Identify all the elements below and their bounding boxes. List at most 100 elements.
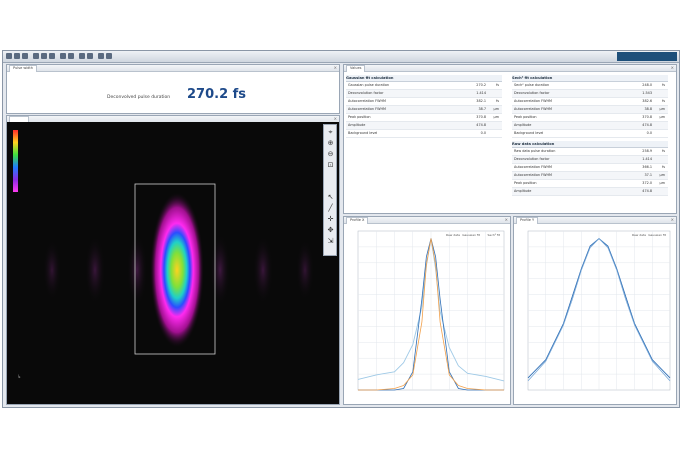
result-value: 372.0: [642, 181, 652, 185]
result-row: Amplitude 474.8: [512, 122, 668, 130]
result-name: Peak position: [514, 115, 537, 119]
result-row: Gaussian pulse duration 270.2 fs: [346, 82, 502, 90]
sech-results: Sech² fit calculation Sech² pulse durati…: [512, 75, 668, 196]
result-unit: µm: [659, 173, 665, 177]
result-name: Autocorrelation FWHM: [348, 107, 386, 111]
result-name: Amplitude: [348, 123, 366, 127]
result-row: Deconvolution factor 1.414: [346, 90, 502, 98]
fringe: [85, 236, 105, 304]
settings-icon[interactable]: [60, 53, 66, 59]
section-title: Raw data calculation: [512, 141, 668, 148]
result-row: Autocorrelation FWHM 38.8 µm: [512, 106, 668, 114]
help-icon[interactable]: [106, 53, 112, 59]
result-name: Sech² pulse duration: [514, 83, 550, 87]
result-unit: fs: [496, 83, 499, 87]
image-tool-strip: ⌖ ⊕ ⊖ ⊡ ↖ ╱ ✛ ✥ ⇲: [323, 124, 337, 256]
result-row: Deconvolution factor 1.543: [512, 90, 668, 98]
result-name: Background level: [348, 131, 378, 135]
result-name: Autocorrelation FWHM: [514, 173, 552, 177]
result-name: Gaussian pulse duration: [348, 83, 390, 87]
result-unit: fs: [496, 99, 499, 103]
camera-icon[interactable]: [33, 53, 39, 59]
result-name: Autocorrelation FWHM: [514, 99, 552, 103]
move-icon[interactable]: ✥: [326, 226, 335, 235]
expand-icon[interactable]: ⇲: [326, 237, 335, 246]
section-title: Sech² fit calculation: [512, 75, 668, 82]
cursor-icon[interactable]: ⌖: [326, 128, 335, 137]
result-row: Background level 0.0: [346, 130, 502, 138]
print-icon[interactable]: [22, 53, 28, 59]
result-row: Amplitude 474.8: [512, 188, 668, 196]
beam-image-panel: × ⌖ ⊕ ⊖ ⊡ ↖ ╱ ✛ ✥ ⇲ ↳: [6, 115, 340, 405]
result-row: Autocorrelation FWHM 382.1 fs: [346, 98, 502, 106]
profile-y-chart[interactable]: Raw data Gaussian fit: [514, 223, 676, 404]
line-tool-icon[interactable]: ╱: [326, 204, 335, 213]
result-unit: fs: [662, 149, 665, 153]
result-value: 0.0: [480, 131, 486, 135]
result-value: 38.7: [478, 107, 486, 111]
result-row: Deconvolution factor 1.414: [512, 156, 668, 164]
result-value: 382.6: [642, 99, 652, 103]
zoom-in-icon[interactable]: ⊕: [326, 139, 335, 148]
profile-x-chart-panel: Profile X × Raw data Gaussian fit Sech² fi…: [343, 216, 511, 405]
result-unit: fs: [662, 99, 665, 103]
layout-icon[interactable]: [79, 53, 85, 59]
result-value: 1.414: [642, 157, 652, 161]
duration-label: Deconvolved pulse duration: [107, 95, 171, 100]
stop-icon[interactable]: [49, 53, 55, 59]
result-name: Autocorrelation FWHM: [348, 99, 386, 103]
result-row: Autocorrelation FWHM 37.1 µm: [512, 172, 668, 180]
zoom-fit-icon[interactable]: ⊡: [326, 161, 335, 170]
result-value: 0.0: [646, 131, 652, 135]
close-icon[interactable]: ×: [671, 65, 674, 71]
color-scale-bar: [13, 130, 18, 192]
result-name: Raw data pulse duration: [514, 149, 556, 153]
tab-values[interactable]: Values: [346, 65, 366, 72]
legend-entry: Sech² fit: [487, 233, 500, 237]
result-name: Deconvolution factor: [348, 91, 384, 95]
results-panel: Values × Gaussian fit calculation Gaussi…: [343, 64, 677, 214]
tab-pulse-width[interactable]: Pulse width: [9, 65, 37, 72]
result-value: 258.9: [642, 149, 652, 153]
result-value: 382.1: [476, 99, 486, 103]
result-value: 38.8: [644, 107, 652, 111]
beam-spot: [150, 192, 204, 348]
result-unit: µm: [659, 115, 665, 119]
fringe: [253, 236, 273, 304]
result-row: Autocorrelation FWHM 366.1 fs: [512, 164, 668, 172]
result-name: Deconvolution factor: [514, 91, 550, 95]
close-icon[interactable]: ×: [334, 65, 337, 71]
zoom-out-icon[interactable]: ⊖: [326, 150, 335, 159]
zoom-icon[interactable]: [68, 53, 74, 59]
main-toolbar: [3, 51, 679, 63]
fringe: [210, 234, 230, 306]
result-unit: fs: [662, 83, 665, 87]
pointer-icon[interactable]: ↖: [326, 193, 335, 202]
result-row: Raw data pulse duration 258.9 fs: [512, 148, 668, 156]
play-icon[interactable]: [41, 53, 47, 59]
result-row: Background level 0.0: [512, 130, 668, 138]
result-name: Amplitude: [514, 123, 532, 127]
export-icon[interactable]: [98, 53, 104, 59]
fringe: [296, 240, 314, 300]
save-icon[interactable]: [14, 53, 20, 59]
result-name: Peak position: [348, 115, 371, 119]
beam-image[interactable]: [7, 122, 339, 404]
panel-header: Values ×: [344, 65, 676, 72]
legend-entry: Raw data: [446, 233, 460, 237]
result-value: 248.0: [642, 83, 652, 87]
result-value: 474.8: [642, 189, 652, 193]
duration-value: 270.2 fs: [187, 87, 247, 102]
result-name: Background level: [514, 131, 544, 135]
grid-icon[interactable]: [87, 53, 93, 59]
gaussian-results: Gaussian fit calculation Gaussian pulse …: [346, 75, 502, 138]
fringe: [127, 234, 147, 306]
open-file-icon[interactable]: [6, 53, 12, 59]
profile-y-chart-panel: Profile Y × Raw data Gaussian fit: [513, 216, 677, 405]
result-value: 1.414: [476, 91, 486, 95]
result-unit: µm: [493, 107, 499, 111]
crosshair-icon[interactable]: ✛: [326, 215, 335, 224]
panel-header: Pulse width ×: [7, 65, 339, 72]
profile-x-chart[interactable]: Raw data Gaussian fit Sech² fit: [344, 223, 510, 404]
result-unit: µm: [659, 107, 665, 111]
